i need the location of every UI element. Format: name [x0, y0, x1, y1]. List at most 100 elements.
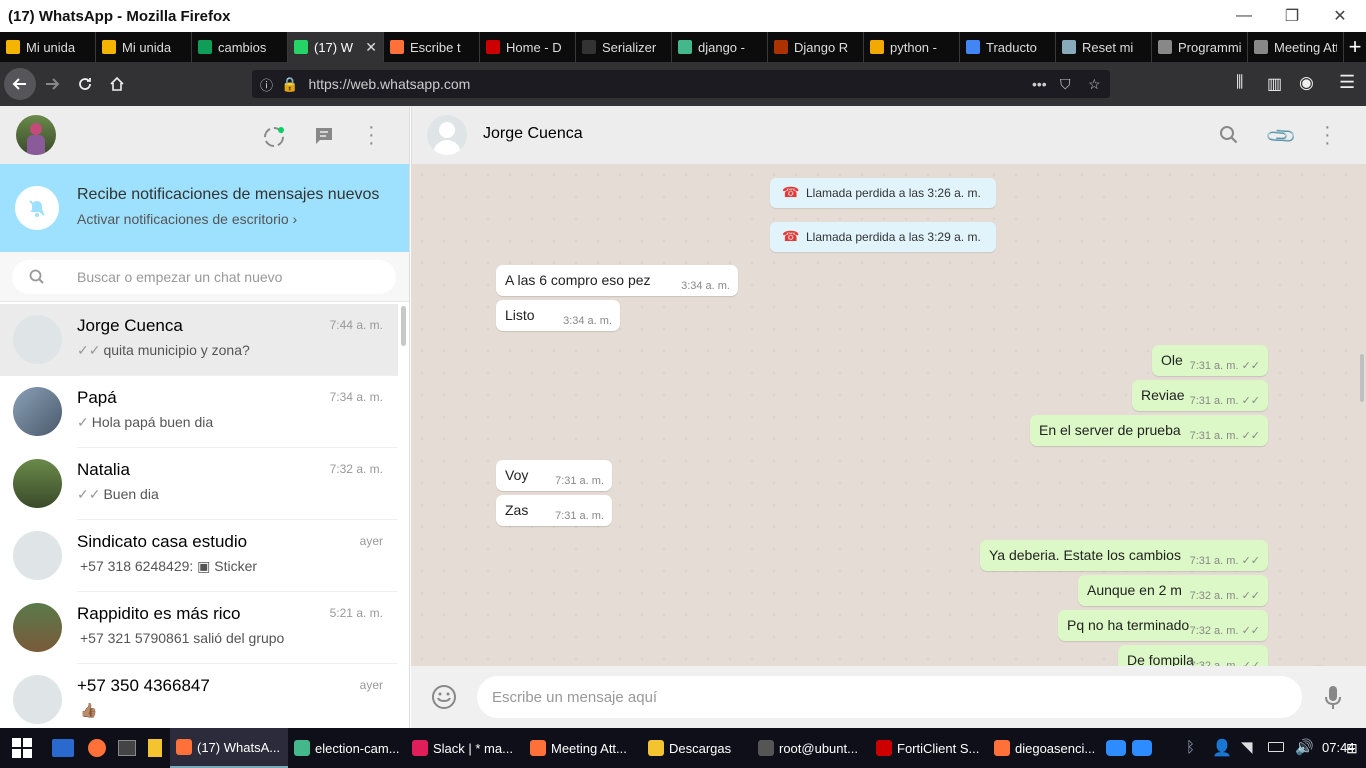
taskbar-app-icon — [530, 740, 546, 756]
search-messages-icon[interactable] — [1219, 125, 1239, 150]
outgoing-message[interactable]: De fompila 7:32 a. m. ✓✓ — [1118, 645, 1268, 666]
url-bar[interactable]: ⓘ 🔒 https://web.whatsapp.com ••• ⛉ ☆ — [252, 70, 1110, 98]
taskbar-window-0[interactable]: (17) WhatsA... — [170, 728, 288, 768]
forward-button[interactable] — [36, 68, 68, 100]
outgoing-message[interactable]: Ya deberia. Estate los cambios 7:31 a. m.… — [980, 540, 1268, 571]
incoming-message[interactable]: Listo 3:34 a. m. — [496, 300, 620, 331]
start-button[interactable] — [0, 728, 44, 768]
outgoing-message[interactable]: Aunque en 2 m 7:32 a. m. ✓✓ — [1078, 575, 1268, 606]
missed-call-icon: ☎ — [782, 184, 800, 200]
url-text[interactable]: https://web.whatsapp.com — [308, 76, 470, 92]
outgoing-message[interactable]: En el server de prueba 7:31 a. m. ✓✓ — [1030, 415, 1268, 446]
notification-link-text[interactable]: Activar notificaciones de escritorio — [77, 211, 289, 227]
tab-3[interactable]: (17) W ✕ — [288, 32, 384, 62]
chat-item[interactable]: Rappidito es más rico 5:21 a. m. +57 321 5… — [0, 592, 398, 664]
emoji-icon[interactable] — [431, 684, 457, 715]
taskbar-window-6[interactable]: FortiClient S... — [870, 728, 988, 768]
my-avatar[interactable] — [16, 115, 56, 155]
message-time: 7:31 a. m. ✓✓ — [1189, 395, 1260, 407]
bookmark-star-icon[interactable]: ☆ — [1088, 76, 1101, 93]
battery-icon[interactable] — [1268, 742, 1284, 752]
tab-13[interactable]: Meeting Atte — [1248, 32, 1344, 62]
sidebar-toggle-icon[interactable]: ▥ — [1267, 74, 1282, 94]
chat-item[interactable]: Sindicato casa estudio ayer +57 318 624842… — [0, 520, 398, 592]
attach-icon[interactable]: 📎 — [1264, 119, 1299, 154]
chat-list-scrollbar[interactable] — [401, 306, 406, 346]
folder-launcher-icon[interactable] — [148, 739, 162, 757]
outgoing-message[interactable]: Pq no ha terminado 7:32 a. m. ✓✓ — [1058, 610, 1268, 641]
taskbar-window-label: FortiClient S... — [897, 740, 980, 756]
status-icon[interactable] — [262, 125, 286, 154]
taskbar-app-icon — [176, 739, 192, 755]
tab-favicon-icon — [198, 40, 212, 54]
outgoing-message[interactable]: Reviae 7:31 a. m. ✓✓ — [1132, 380, 1268, 411]
notification-center-icon[interactable]: ⊟ — [1346, 740, 1358, 757]
user-icon[interactable]: 👤 — [1212, 738, 1232, 758]
chat-item[interactable]: +57 350 4366847 ayer 👍🏽 — [0, 664, 398, 728]
taskbar-window-3[interactable]: Meeting Att... — [524, 728, 642, 768]
file-manager-icon[interactable] — [52, 739, 74, 757]
zoom-meeting-icon[interactable] — [1132, 740, 1152, 756]
conversation-scrollbar[interactable] — [1360, 354, 1364, 402]
tab-0[interactable]: Mi unida — [0, 32, 96, 62]
tab-2[interactable]: cambios — [192, 32, 288, 62]
taskbar-app-icon — [758, 740, 774, 756]
tab-1[interactable]: Mi unida — [96, 32, 192, 62]
tab-7[interactable]: django - — [672, 32, 768, 62]
sidebar-menu-icon[interactable]: · · · — [368, 117, 375, 153]
message-time: 7:31 a. m. — [555, 510, 604, 522]
taskbar-window-7[interactable]: diegoasenci... — [988, 728, 1098, 768]
taskbar-window-1[interactable]: election-cam... — [288, 728, 406, 768]
close-tab-icon[interactable]: ✕ — [365, 39, 377, 56]
conversation-menu-icon[interactable]: · · · — [1324, 117, 1331, 153]
microphone-icon[interactable] — [1324, 685, 1342, 716]
tab-6[interactable]: Serializer — [576, 32, 672, 62]
contact-name[interactable]: Jorge Cuenca — [483, 125, 583, 143]
taskbar-window-4[interactable]: Descargas — [642, 728, 752, 768]
minimize-icon[interactable]: — — [1220, 0, 1268, 32]
message-input[interactable]: Escribe un mensaje aquí — [477, 676, 1302, 718]
tab-4[interactable]: Escribe t — [384, 32, 480, 62]
notification-link[interactable]: Activar notificaciones de escritorio › — [77, 211, 297, 227]
tab-10[interactable]: Traducto — [960, 32, 1056, 62]
zoom-icon[interactable] — [1106, 740, 1126, 756]
new-tab-button[interactable]: + — [1344, 32, 1366, 62]
chat-item[interactable]: Jorge Cuenca 7:44 a. m. ✓✓ quita municipio … — [0, 304, 398, 376]
outgoing-message[interactable]: Ole 7:31 a. m. ✓✓ — [1152, 345, 1268, 376]
chat-preview: 👍🏽 — [77, 702, 97, 719]
taskbar-window-5[interactable]: root@ubunt... — [752, 728, 870, 768]
tab-12[interactable]: Programmin — [1152, 32, 1248, 62]
tab-8[interactable]: Django R — [768, 32, 864, 62]
pocket-icon[interactable]: ⛉ — [1060, 76, 1071, 93]
chat-item[interactable]: Papá 7:34 a. m. ✓ Hola papá buen dia — [0, 376, 398, 448]
back-button[interactable] — [4, 68, 36, 100]
menu-icon[interactable]: ☰ — [1339, 72, 1355, 93]
search-input[interactable]: Buscar o empezar un chat nuevo — [12, 260, 396, 294]
tab-favicon-icon — [486, 40, 500, 54]
tab-5[interactable]: Home - D — [480, 32, 576, 62]
taskbar-window-2[interactable]: Slack | * ma... — [406, 728, 524, 768]
terminal-launcher-icon[interactable] — [118, 740, 136, 756]
notification-banner[interactable]: Recibe notificaciones de mensajes nuevos… — [0, 164, 409, 252]
wifi-icon[interactable]: ◥ — [1241, 738, 1253, 756]
close-window-icon[interactable]: ✕ — [1316, 0, 1364, 32]
incoming-message[interactable]: Zas 7:31 a. m. — [496, 495, 612, 526]
tab-11[interactable]: Reset mi — [1056, 32, 1152, 62]
info-icon[interactable]: ⓘ — [260, 75, 273, 94]
incoming-message[interactable]: A las 6 compro eso pez 3:34 a. m. — [496, 265, 738, 296]
bluetooth-icon[interactable]: ᛒ — [1186, 739, 1195, 756]
account-icon[interactable]: ◉ — [1299, 73, 1314, 93]
chat-item[interactable]: Natalia 7:32 a. m. ✓✓ Buen dia — [0, 448, 398, 520]
maximize-icon[interactable]: ❐ — [1268, 0, 1316, 32]
home-icon[interactable] — [101, 68, 133, 100]
incoming-message[interactable]: Voy 7:31 a. m. — [496, 460, 612, 491]
contact-avatar[interactable] — [427, 115, 467, 155]
tab-9[interactable]: python - — [864, 32, 960, 62]
chat-time: 7:34 a. m. — [329, 390, 383, 404]
library-icon[interactable]: ⫼ — [1236, 74, 1243, 92]
reload-icon[interactable] — [69, 68, 101, 100]
page-actions-icon[interactable]: ••• — [1032, 76, 1047, 92]
new-chat-icon[interactable] — [313, 125, 335, 152]
volume-icon[interactable]: 🔊 — [1295, 738, 1314, 756]
firefox-launcher-icon[interactable] — [88, 739, 106, 757]
